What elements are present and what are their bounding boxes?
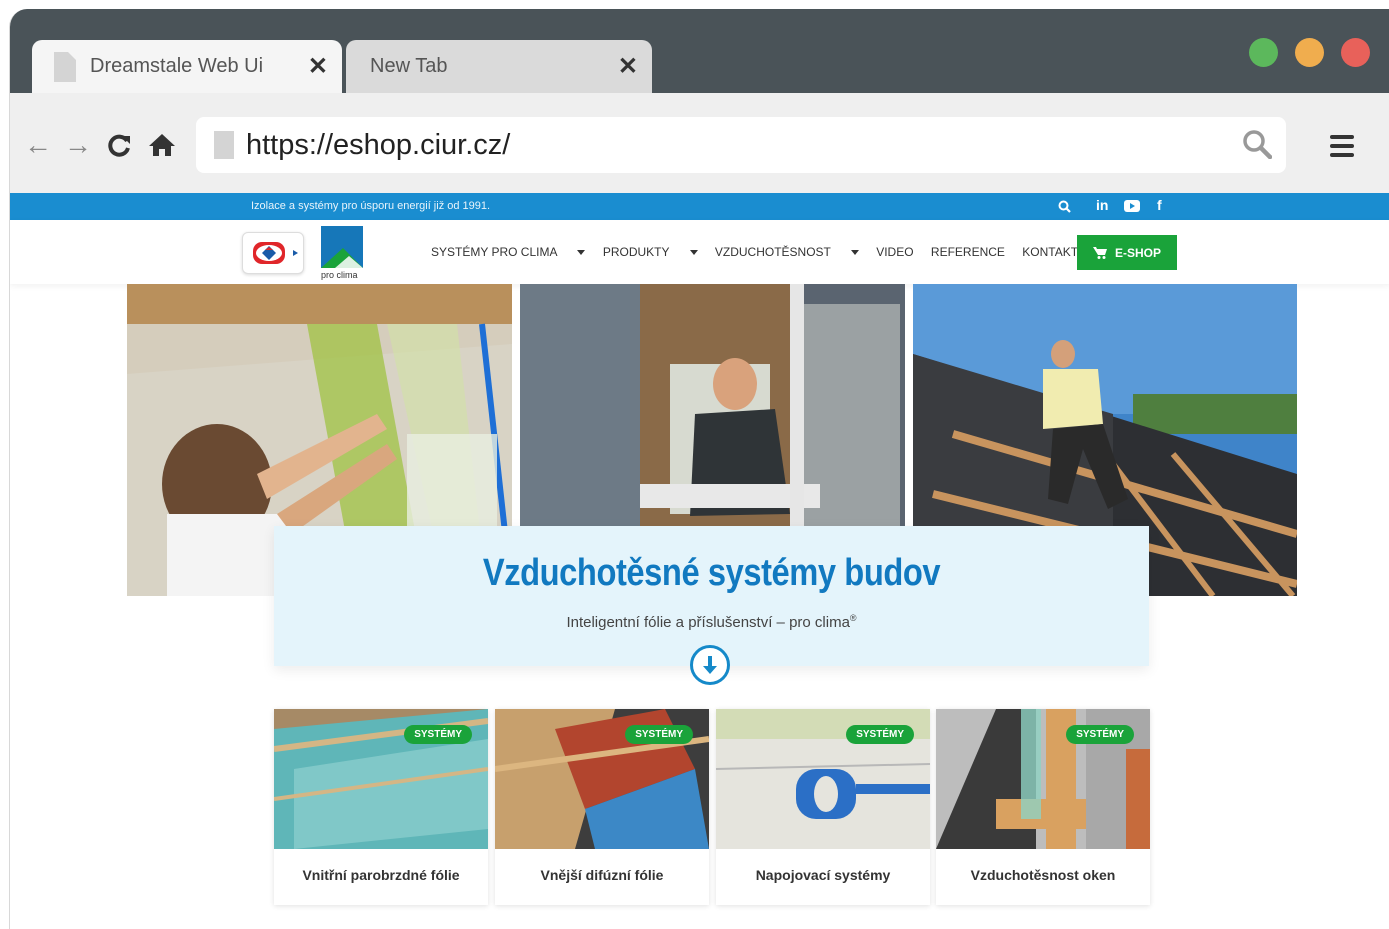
ciur-logo-mark (253, 242, 298, 264)
eshop-label: E-SHOP (1114, 245, 1161, 260)
tab-dreamstale[interactable]: Dreamstale Web Ui ✕ (32, 40, 342, 93)
site-topbar: Izolace a systémy pro úsporu energií již… (10, 193, 1389, 220)
chevron-down-icon (689, 250, 698, 256)
hero-subtitle-text: Inteligentní fólie a příslušenství – pro… (566, 614, 850, 631)
menu-item-kontakt[interactable]: KONTAKT (1022, 245, 1078, 259)
menu-item-produkty[interactable]: PRODUKTY (603, 245, 698, 259)
address-bar[interactable]: https://eshop.ciur.cz/ (196, 117, 1286, 173)
tile-title: Vnitřní parobrzdné fólie (302, 867, 460, 883)
menu-item-systemy[interactable]: SYSTÉMY PRO CLIMA (431, 245, 586, 259)
tile-title: Vzduchotěsnost oken (970, 867, 1116, 883)
youtube-icon[interactable] (1124, 200, 1140, 212)
menu-item-reference[interactable]: REFERENCE (931, 245, 1005, 259)
menu-item-vzduchotesnost[interactable]: VZDUCHOTĚSNOST (715, 245, 859, 259)
site-header: pro clima SYSTÉMY PRO CLIMA PRODUKTY VZD… (10, 220, 1389, 284)
cart-icon (1092, 246, 1107, 259)
arrow-down-icon (703, 656, 717, 674)
tab-label: Dreamstale Web Ui (90, 55, 264, 77)
tile-title: Vnější difúzní fólie (540, 867, 664, 883)
systemy-badge: SYSTÉMY (846, 725, 914, 744)
tagline: Izolace a systémy pro úsporu energií již… (251, 200, 491, 212)
hero-title: Vzduchotěsné systémy budov (482, 552, 941, 594)
browser-window: Dreamstale Web Ui ✕ New Tab ✕ ← → https:… (9, 9, 1389, 929)
category-tile-oken[interactable]: SYSTÉMY Vzduchotěsnost oken (936, 709, 1150, 905)
chevron-down-icon (850, 250, 859, 256)
page-icon (54, 52, 76, 82)
main-menu: SYSTÉMY PRO CLIMA PRODUKTY VZDUCHOTĚSNOS… (431, 245, 1092, 259)
maximize-button[interactable] (1249, 38, 1278, 67)
url-text[interactable]: https://eshop.ciur.cz/ (246, 129, 510, 162)
hero-subtitle: Inteligentní fólie a příslušenství – pro… (274, 613, 1149, 631)
pro-clima-logo-mark (321, 226, 363, 268)
ciur-logo[interactable] (242, 232, 304, 274)
reload-icon[interactable] (108, 133, 132, 157)
back-arrow-icon[interactable]: ← (24, 131, 52, 159)
tab-label: New Tab (370, 55, 448, 77)
registered-mark: ® (849, 613, 857, 623)
linkedin-icon[interactable]: in (1096, 197, 1108, 213)
systemy-badge: SYSTÉMY (625, 725, 693, 744)
chevron-down-icon (577, 250, 586, 256)
tile-title: Napojovací systémy (755, 867, 891, 883)
eshop-button[interactable]: E-SHOP (1077, 235, 1177, 270)
pro-clima-logo-text: pro clima (321, 270, 358, 280)
search-icon[interactable] (1242, 129, 1272, 159)
facebook-icon[interactable]: f (1157, 197, 1162, 213)
website: Izolace a systémy pro úsporu energií již… (10, 193, 1389, 929)
category-tile-vnitrni[interactable]: SYSTÉMY Vnitřní parobrzdné fólie (274, 709, 488, 905)
close-window-button[interactable] (1341, 38, 1370, 67)
hamburger-menu-icon[interactable] (1330, 135, 1354, 162)
scroll-down-button[interactable] (690, 645, 730, 685)
tab-new[interactable]: New Tab ✕ (346, 40, 652, 93)
pro-clima-logo[interactable]: pro clima (321, 226, 367, 280)
search-icon[interactable] (1058, 200, 1071, 213)
menu-label: SYSTÉMY PRO CLIMA (431, 245, 558, 259)
menu-label: VZDUCHOTĚSNOST (714, 245, 831, 259)
systemy-badge: SYSTÉMY (1066, 725, 1134, 744)
systemy-badge: SYSTÉMY (404, 725, 472, 744)
minimize-button[interactable] (1295, 38, 1324, 67)
category-tile-napojovaci[interactable]: SYSTÉMY Napojovací systémy (716, 709, 930, 905)
menu-label: PRODUKTY (602, 245, 670, 259)
category-tile-vnejsi[interactable]: SYSTÉMY Vnější difúzní fólie (495, 709, 709, 905)
home-icon[interactable] (148, 133, 176, 157)
menu-item-video[interactable]: VIDEO (876, 245, 913, 259)
close-tab-icon[interactable]: ✕ (308, 52, 328, 81)
page-icon (214, 131, 234, 159)
close-tab-icon[interactable]: ✕ (618, 52, 638, 81)
browser-titlebar: Dreamstale Web Ui ✕ New Tab ✕ (10, 9, 1389, 93)
forward-arrow-icon[interactable]: → (64, 131, 92, 159)
browser-toolbar: ← → https://eshop.ciur.cz/ (10, 93, 1389, 193)
